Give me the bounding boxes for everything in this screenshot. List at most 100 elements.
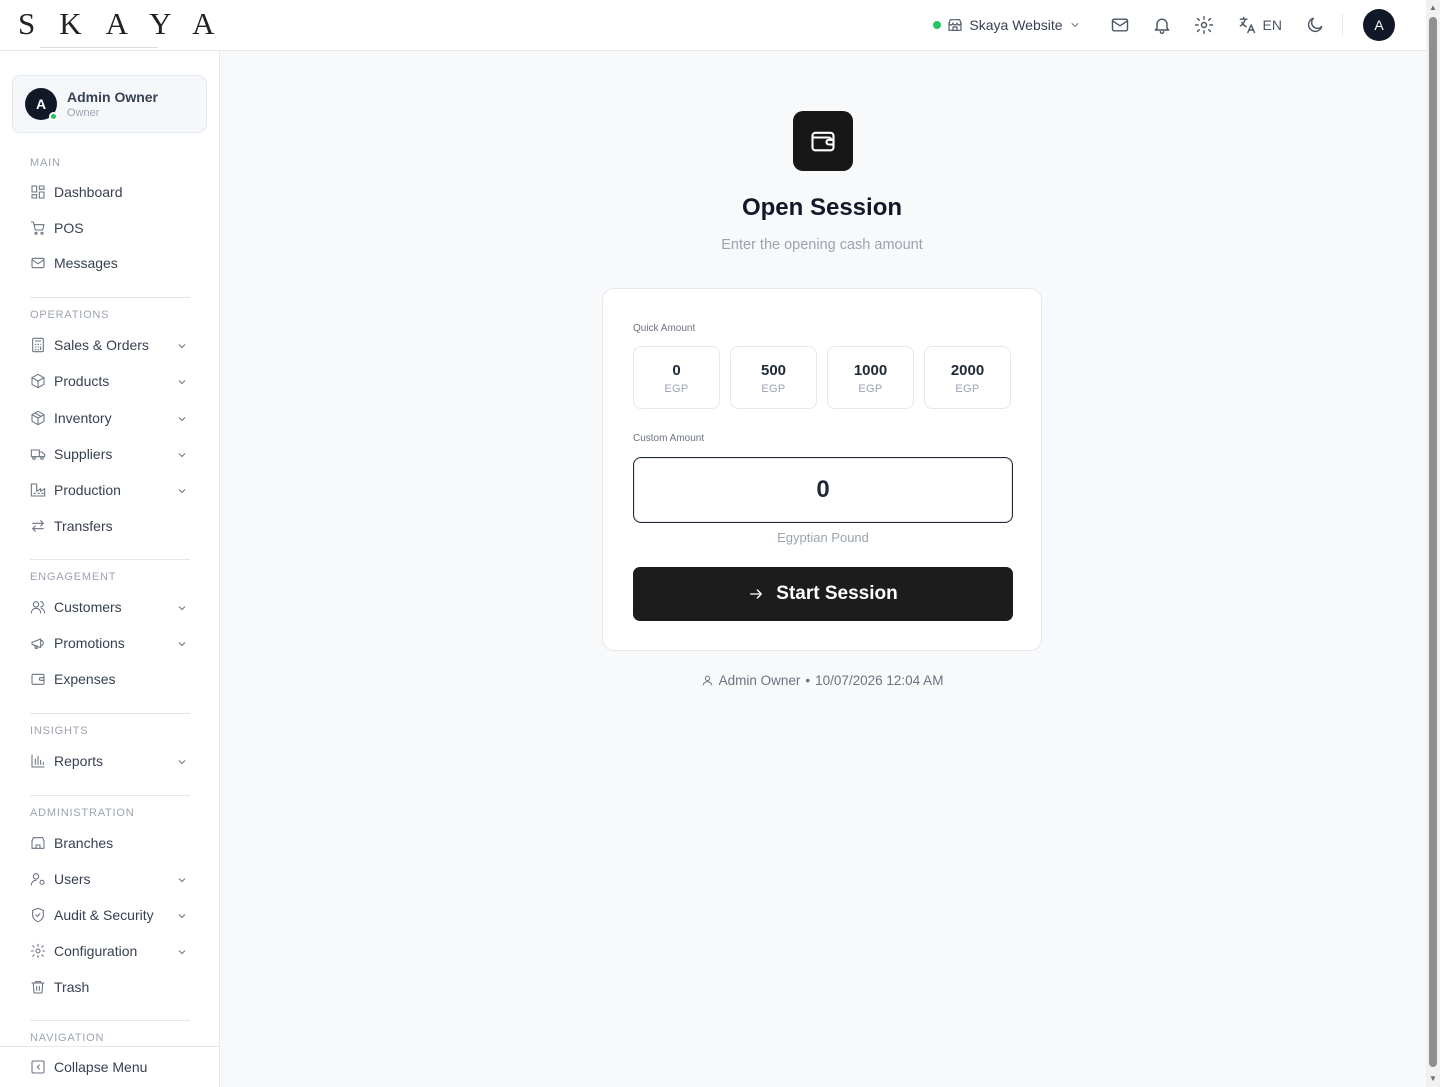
sidebar-item-customers[interactable]: Customers [30,595,190,619]
sidebar-item-label: Users [54,871,91,887]
quick-amount-currency: EGP [664,382,689,395]
sidebar-item-label: Production [54,482,121,498]
chevron-down-icon [176,601,188,613]
moon-icon[interactable] [1305,15,1325,35]
trash-icon [30,979,46,995]
start-session-label: Start Session [776,583,898,604]
grid-icon [30,184,46,200]
section-administration: ADMINISTRATION [30,807,135,819]
quick-amount-button[interactable]: 2000 EGP [924,346,1011,409]
quick-amount-currency: EGP [955,382,980,395]
quick-amount-options: 0 EGP 500 EGP 1000 EGP 2000 EGP [633,346,1013,409]
sidebar-item-branches[interactable]: Branches [30,831,190,855]
sidebar-item-configuration[interactable]: Configuration [30,939,190,963]
sidebar-item-label: Trash [54,979,90,995]
sidebar-item-label: Configuration [54,943,138,959]
user-profile-card[interactable]: A Admin Owner Owner [12,75,207,133]
gear-icon [30,943,46,959]
user-avatar: A [25,88,58,121]
quick-amount-value: 2000 [950,361,985,379]
sidebar-item-label: Sales & Orders [54,337,149,353]
logo-underline [40,47,158,48]
box-icon [30,373,46,389]
open-session-card: Quick Amount 0 EGP 500 EGP 1000 EGP 2000… [602,288,1042,651]
chevron-down-icon [176,412,188,424]
chevron-down-icon [176,484,188,496]
translate-icon [1237,15,1257,35]
sidebar-item-inventory[interactable]: Inventory [30,406,190,430]
sidebar-item-reports[interactable]: Reports [30,749,190,773]
collapse-menu-button[interactable]: Collapse Menu [30,1055,190,1079]
header-divider [1342,14,1343,36]
sidebar-item-label: Suppliers [54,446,113,462]
quick-amount-currency: EGP [858,382,883,395]
avatar[interactable]: A [1363,9,1395,41]
truck-icon [30,446,46,462]
custom-amount-input[interactable] [633,457,1013,523]
sidebar-item-users[interactable]: Users [30,867,190,891]
package-icon [30,410,46,426]
quick-amount-value: 0 [672,361,681,379]
sidebar-item-suppliers[interactable]: Suppliers [30,442,190,466]
sidebar-item-trash[interactable]: Trash [30,975,190,999]
sidebar-item-label: Transfers [54,518,113,534]
scroll-up-icon[interactable]: ▲ [1428,3,1438,13]
page-subtitle: Enter the opening cash amount [721,237,923,253]
sidebar-item-messages[interactable]: Messages [30,251,190,275]
user-initial: A [35,96,47,112]
sidebar-item-sales-orders[interactable]: Sales & Orders [30,333,190,357]
calculator-icon [30,337,46,353]
quick-amount-button[interactable]: 0 EGP [633,346,720,409]
chevron-down-icon [1069,19,1081,31]
chevron-down-icon [176,339,188,351]
wallet-icon [30,671,46,687]
section-operations: OPERATIONS [30,309,110,321]
sidebar-item-audit-security[interactable]: Audit & Security [30,903,190,927]
shield-check-icon [30,907,46,923]
start-session-button[interactable]: Start Session [633,567,1013,621]
store-name: Skaya Website [969,17,1063,33]
arrows-transfer-icon [30,518,46,534]
scrollbar[interactable]: ▲ ▼ [1426,0,1440,1087]
sidebar-item-label: Customers [54,599,122,615]
sidebar-item-promotions[interactable]: Promotions [30,631,190,655]
sidebar: A Admin Owner Owner MAIN Dashboard POS M… [0,51,220,1087]
sidebar-divider [30,1020,190,1021]
chevron-down-icon [176,909,188,921]
store-selector[interactable]: Skaya Website [933,17,1080,33]
sidebar-divider [30,795,190,796]
chevron-down-icon [176,637,188,649]
mail-icon [30,255,46,271]
gear-icon[interactable] [1194,15,1214,35]
quick-amount-button[interactable]: 1000 EGP [827,346,914,409]
chevron-down-icon [176,448,188,460]
session-datetime: 10/07/2026 12:04 AM [815,673,944,688]
language-switcher[interactable]: EN [1237,15,1282,35]
scrollbar-thumb[interactable] [1429,17,1437,1067]
mail-icon[interactable] [1110,15,1130,35]
status-dot [933,21,942,29]
sidebar-item-label: Dashboard [54,184,123,200]
collapse-bar: Collapse Menu [0,1046,219,1087]
chevron-down-icon [176,873,188,885]
sidebar-item-expenses[interactable]: Expenses [30,667,190,691]
arrow-right-icon [750,589,763,599]
sidebar-item-transfers[interactable]: Transfers [30,514,190,538]
custom-amount-label: Custom Amount [633,433,705,444]
currency-name: Egyptian Pound [777,530,869,545]
sidebar-item-label: Branches [54,835,114,851]
quick-amount-value: 500 [760,361,787,379]
cart-icon [30,220,46,236]
wallet-icon [793,111,853,171]
sidebar-item-dashboard[interactable]: Dashboard [30,180,190,204]
brand-logo[interactable]: SKAYA [18,6,239,42]
megaphone-icon [30,635,46,651]
scroll-down-icon[interactable]: ▼ [1428,1074,1438,1084]
sidebar-item-products[interactable]: Products [30,369,190,393]
quick-amount-button[interactable]: 500 EGP [730,346,817,409]
bell-icon[interactable] [1152,15,1172,35]
sidebar-item-production[interactable]: Production [30,478,190,502]
sidebar-item-pos[interactable]: POS [30,216,190,240]
sidebar-item-label: Reports [54,753,104,769]
top-header: SKAYA Skaya Website EN A [0,0,1426,51]
